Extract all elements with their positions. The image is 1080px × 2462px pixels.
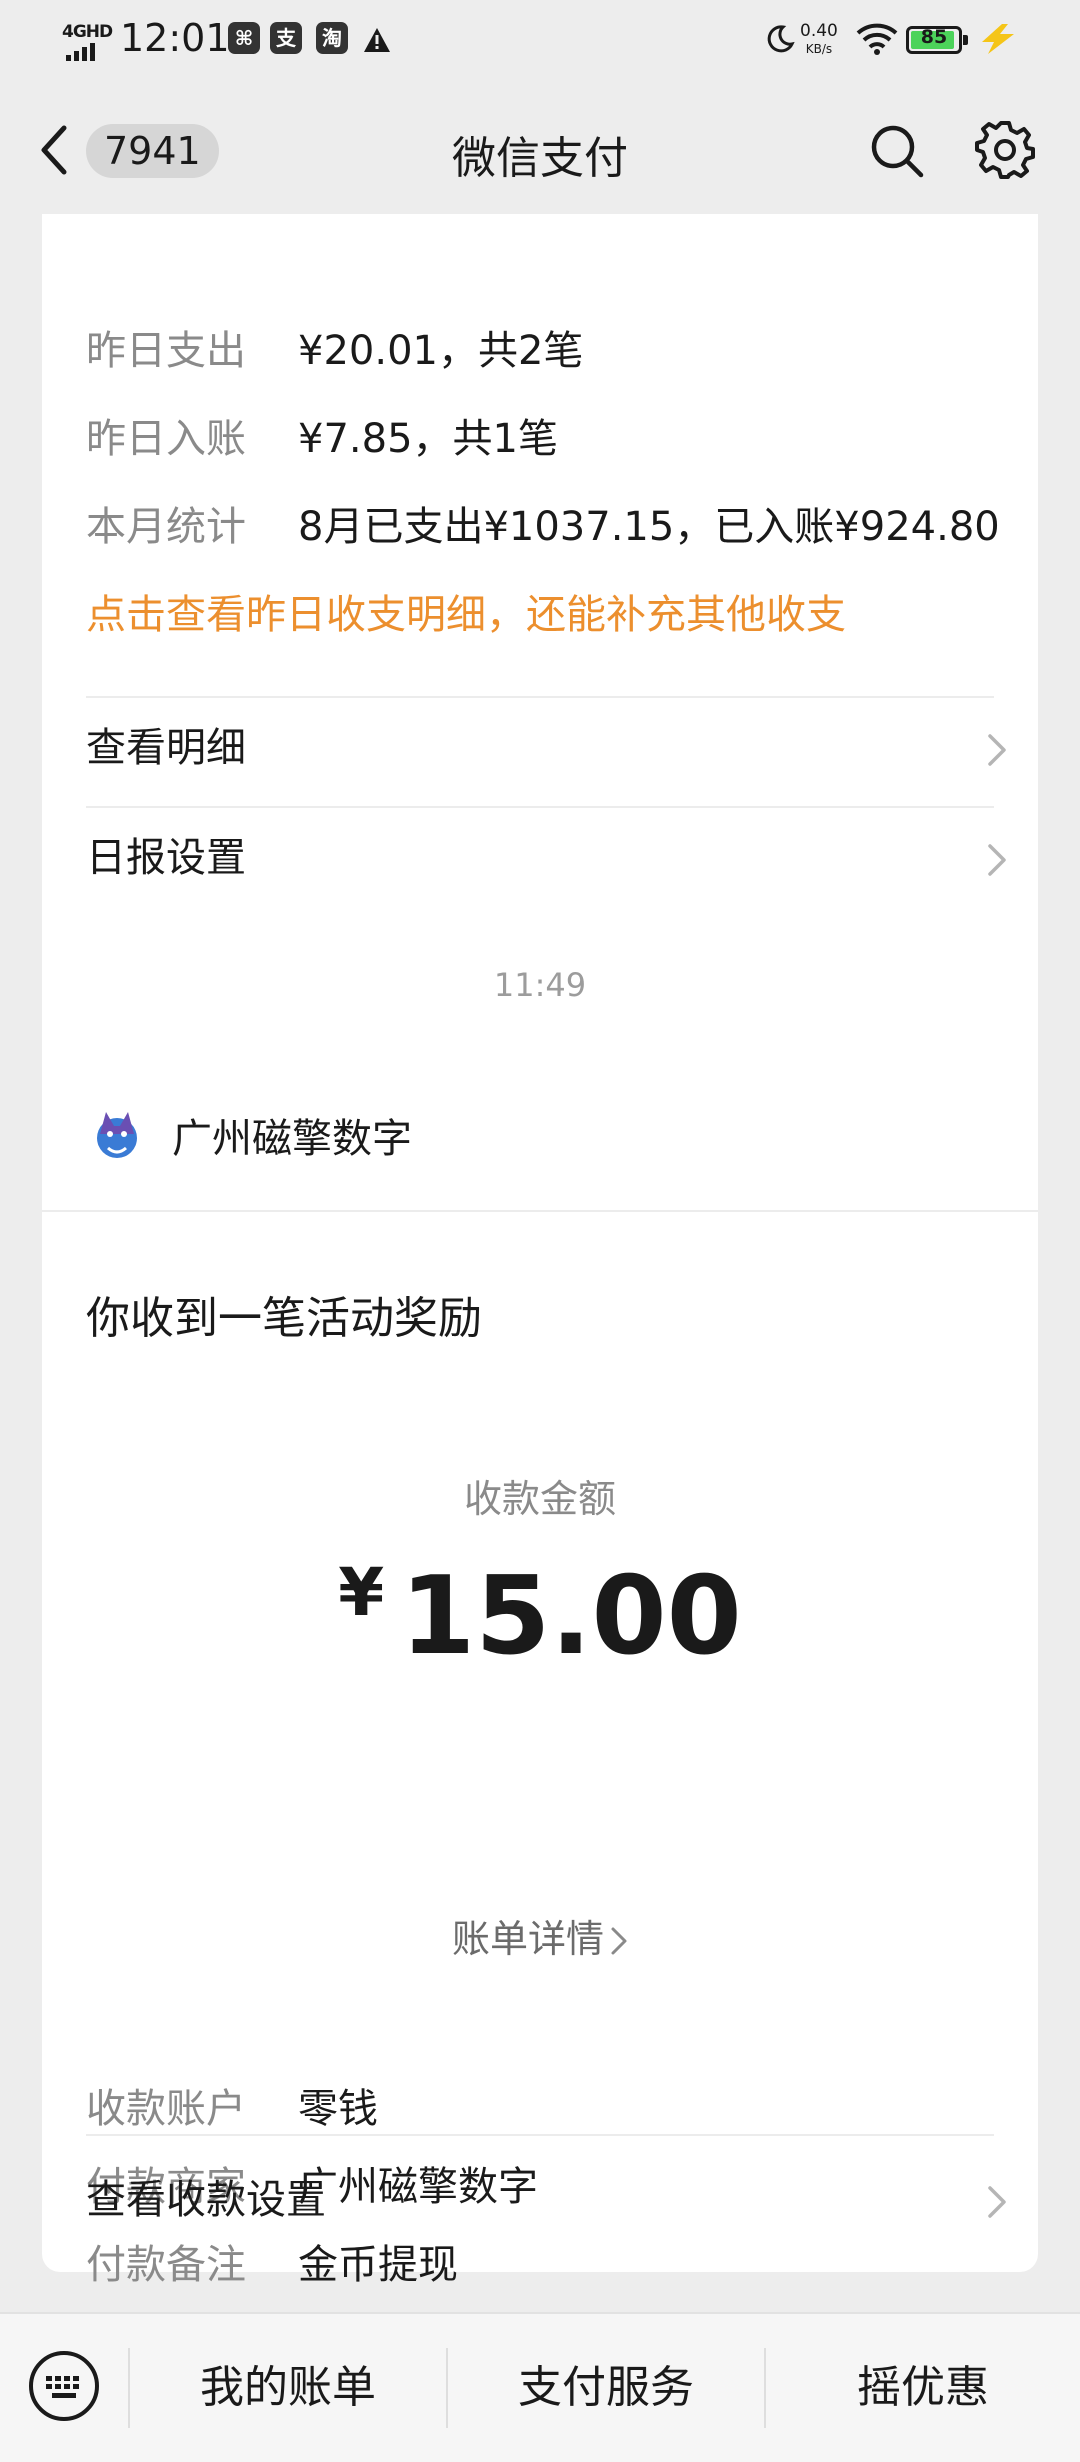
- payment-amount: ¥15.00: [42, 1554, 1038, 1679]
- payment-card-footer: 查看收款设置: [42, 2134, 1038, 2272]
- currency-symbol: ¥: [338, 1554, 385, 1631]
- amount-label: 收款金额: [463, 1477, 616, 1521]
- daily-report-card[interactable]: 昨日支出 ¥20.01，共2笔 昨日入账 ¥7.85，共1笔 本月统计 8月已支出¥1…: [42, 214, 1038, 1094]
- search-icon[interactable]: [868, 122, 926, 180]
- bill-details-link[interactable]: 账单详情: [42, 1908, 1038, 1963]
- moon-icon: [767, 25, 795, 53]
- bottom-menu-bar: 我的账单 支付服务 摇优惠: [0, 2312, 1080, 2462]
- status-time: 12:01: [120, 16, 230, 60]
- merchant-name: 广州磁擎数字: [172, 1116, 412, 1162]
- network-type: 4GHD: [62, 22, 113, 42]
- alipay-notification-icon: 支: [270, 22, 302, 54]
- gear-icon[interactable]: [975, 120, 1035, 180]
- message-list[interactable]: 昨日支出 ¥20.01，共2笔 昨日入账 ¥7.85，共1笔 本月统计 8月已支出¥1…: [0, 214, 1080, 2312]
- charging-icon: [982, 24, 1014, 54]
- battery-icon: 85: [906, 26, 968, 54]
- network-speed: 0.40 KB/s: [800, 21, 838, 56]
- view-details-link[interactable]: 查看明细: [86, 698, 1008, 798]
- merchant-logo-icon: [97, 1112, 137, 1158]
- app-notification-icon: ⌘: [228, 22, 260, 54]
- report-settings-link[interactable]: 日报设置: [86, 808, 1008, 908]
- monthly-stats-row: 本月统计 8月已支出¥1037.15，已入账¥924.80: [86, 504, 1000, 550]
- battery-level: 85: [920, 26, 948, 48]
- receiving-account-row: 收款账户 零钱: [86, 2086, 378, 2132]
- taobao-notification-icon: 淘: [316, 22, 348, 54]
- warning-icon: [364, 28, 390, 52]
- merchant-header[interactable]: 广州磁擎数字: [42, 1054, 1038, 1212]
- receipt-settings-link[interactable]: 查看收款设置: [86, 2150, 1008, 2250]
- yesterday-income-row: 昨日入账 ¥7.85，共1笔: [86, 416, 558, 462]
- chevron-right-icon: [611, 1927, 627, 1955]
- notice-title: 你收到一笔活动奖励: [86, 1293, 482, 1344]
- nav-bar: 7941 微信支付: [0, 84, 1080, 214]
- tab-my-bills[interactable]: 我的账单: [130, 2314, 446, 2462]
- tab-payment-services[interactable]: 支付服务: [448, 2314, 764, 2462]
- tab-shake-offers[interactable]: 摇优惠: [766, 2314, 1080, 2462]
- wifi-icon: [856, 23, 898, 55]
- chevron-right-icon: [988, 844, 1006, 876]
- detail-hint-link[interactable]: 点击查看昨日收支明细，还能补充其他收支: [86, 582, 846, 640]
- chevron-right-icon: [988, 2186, 1006, 2218]
- chevron-right-icon: [988, 734, 1006, 766]
- divider: [86, 2134, 994, 2136]
- yesterday-expense-row: 昨日支出 ¥20.01，共2笔: [86, 328, 584, 374]
- message-timestamp: 11:49: [493, 966, 587, 1004]
- keyboard-toggle-icon[interactable]: [28, 2350, 100, 2422]
- cellular-signal-icon: 4GHD: [62, 22, 113, 61]
- amount-value: 15.00: [400, 1554, 742, 1679]
- payment-received-card[interactable]: 广州磁擎数字 你收到一笔活动奖励 收款金额 ¥15.00 账单详情 收款账户 零钱…: [42, 1054, 1038, 2288]
- status-bar: 4GHD 12:01 ⌘ 支 淘 0.40 KB/s 85: [0, 0, 1080, 84]
